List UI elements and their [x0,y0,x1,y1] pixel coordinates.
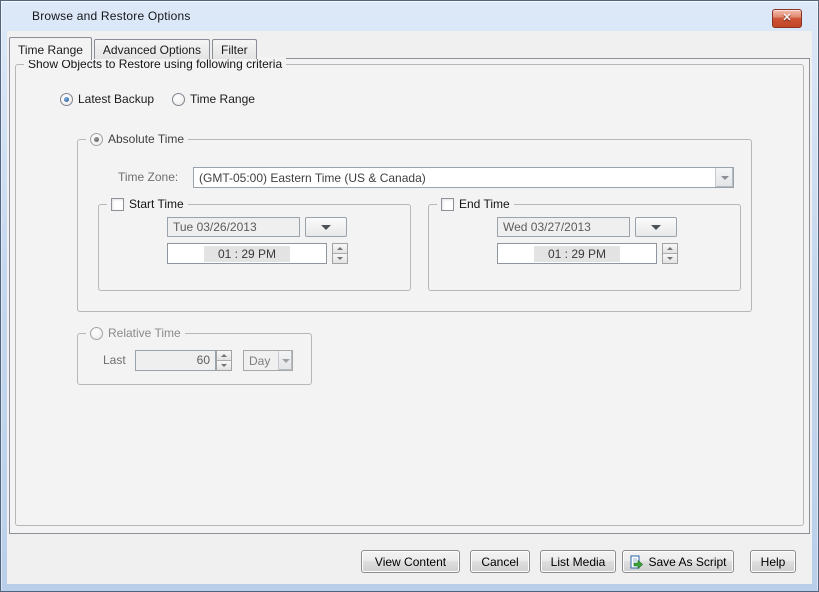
end-date-dropdown-arrow-icon [651,225,661,230]
dialog-window: Browse and Restore Options ✕ Time Range … [0,0,819,592]
last-value-spin-up[interactable] [217,351,231,360]
time-zone-value: (GMT-05:00) Eastern Time (US & Canada) [194,171,426,185]
window-title: Browse and Restore Options [32,9,191,23]
end-date-field[interactable]: Wed 03/27/2013 [497,217,630,237]
spinner-up-icon [337,247,343,250]
tab-page-time-range: Show Objects to Restore using following … [9,58,810,534]
last-value-field[interactable]: 60 [135,350,216,371]
spinner-down-icon [221,364,227,367]
last-value-spinner [216,350,232,371]
end-time-field[interactable]: 01 : 29 PM [497,243,657,264]
spinner-up-icon [667,247,673,250]
save-as-script-label: Save As Script [648,555,726,569]
tab-time-range[interactable]: Time Range [9,37,92,60]
spinner-up-icon [221,354,227,357]
time-zone-label: Time Zone: [118,170,178,184]
start-date-field[interactable]: Tue 03/26/2013 [167,217,300,237]
start-date-dropdown-arrow-icon [321,225,331,230]
spinner-down-icon [337,257,343,260]
save-as-script-icon [629,555,643,569]
tab-advanced-options[interactable]: Advanced Options [94,39,210,59]
start-date-dropdown-button[interactable] [305,217,347,237]
cancel-button[interactable]: Cancel [470,550,530,573]
start-time-groupbox: Start Time Tue 03/26/2013 01 : 29 PM [98,204,411,291]
tab-bar: Time Range Advanced Options Filter [9,36,259,59]
last-label: Last [103,353,126,367]
absolute-time-radio[interactable] [90,133,103,146]
absolute-time-label: Absolute Time [108,132,184,146]
help-button[interactable]: Help [750,550,796,573]
absolute-time-caption: Absolute Time [86,132,188,146]
time-range-label: Time Range [190,92,255,106]
view-content-button[interactable]: View Content [361,550,460,573]
time-range-option[interactable]: Time Range [172,92,255,106]
end-time-caption: End Time [437,197,514,211]
criteria-groupbox: Show Objects to Restore using following … [15,64,804,526]
start-time-caption: Start Time [107,197,188,211]
end-time-groupbox: End Time Wed 03/27/2013 01 : 29 PM [428,204,741,291]
time-zone-combobox[interactable]: (GMT-05:00) Eastern Time (US & Canada) [193,167,734,188]
close-icon: ✕ [782,13,791,24]
help-label: Help [761,555,786,569]
relative-time-radio[interactable] [90,327,103,340]
relative-time-caption: Relative Time [86,326,185,340]
title-bar: Browse and Restore Options ✕ [1,1,818,31]
start-time-field[interactable]: 01 : 29 PM [167,243,327,264]
latest-backup-option[interactable]: Latest Backup [60,92,154,106]
start-time-spinner [332,243,348,264]
cancel-label: Cancel [481,555,518,569]
end-time-checkbox[interactable] [441,198,454,211]
relative-time-label: Relative Time [108,326,181,340]
tab-filter[interactable]: Filter [212,39,257,59]
unit-dropdown-arrow-icon[interactable] [278,351,292,370]
latest-backup-label: Latest Backup [78,92,154,106]
start-time-spin-down[interactable] [333,253,347,263]
unit-value: Day [244,354,270,368]
time-range-radio[interactable] [172,93,185,106]
absolute-time-groupbox: Absolute Time Time Zone: (GMT-05:00) Eas… [77,139,752,312]
close-button[interactable]: ✕ [772,9,802,28]
latest-backup-radio[interactable] [60,93,73,106]
start-date-value: Tue 03/26/2013 [173,220,257,234]
last-value: 60 [197,353,210,367]
start-time-spin-up[interactable] [333,244,347,253]
view-content-label: View Content [375,555,446,569]
end-time-spinner [662,243,678,264]
end-time-value: 01 : 29 PM [534,246,620,262]
save-as-script-button[interactable]: Save As Script [622,550,734,573]
list-media-label: List Media [551,555,606,569]
start-time-checkbox[interactable] [111,198,124,211]
unit-combobox[interactable]: Day [243,350,293,371]
list-media-button[interactable]: List Media [540,550,616,573]
dialog-client: Time Range Advanced Options Filter Show … [7,31,812,584]
last-value-spin-down[interactable] [217,360,231,370]
start-time-label: Start Time [129,197,184,211]
start-time-value: 01 : 29 PM [204,246,290,262]
end-time-spin-up[interactable] [663,244,677,253]
end-time-label: End Time [459,197,510,211]
spinner-down-icon [667,257,673,260]
relative-time-groupbox: Relative Time Last 60 Day [77,333,312,385]
end-date-value: Wed 03/27/2013 [503,220,591,234]
end-date-dropdown-button[interactable] [635,217,677,237]
time-zone-dropdown-arrow-icon[interactable] [715,168,733,187]
end-time-spin-down[interactable] [663,253,677,263]
